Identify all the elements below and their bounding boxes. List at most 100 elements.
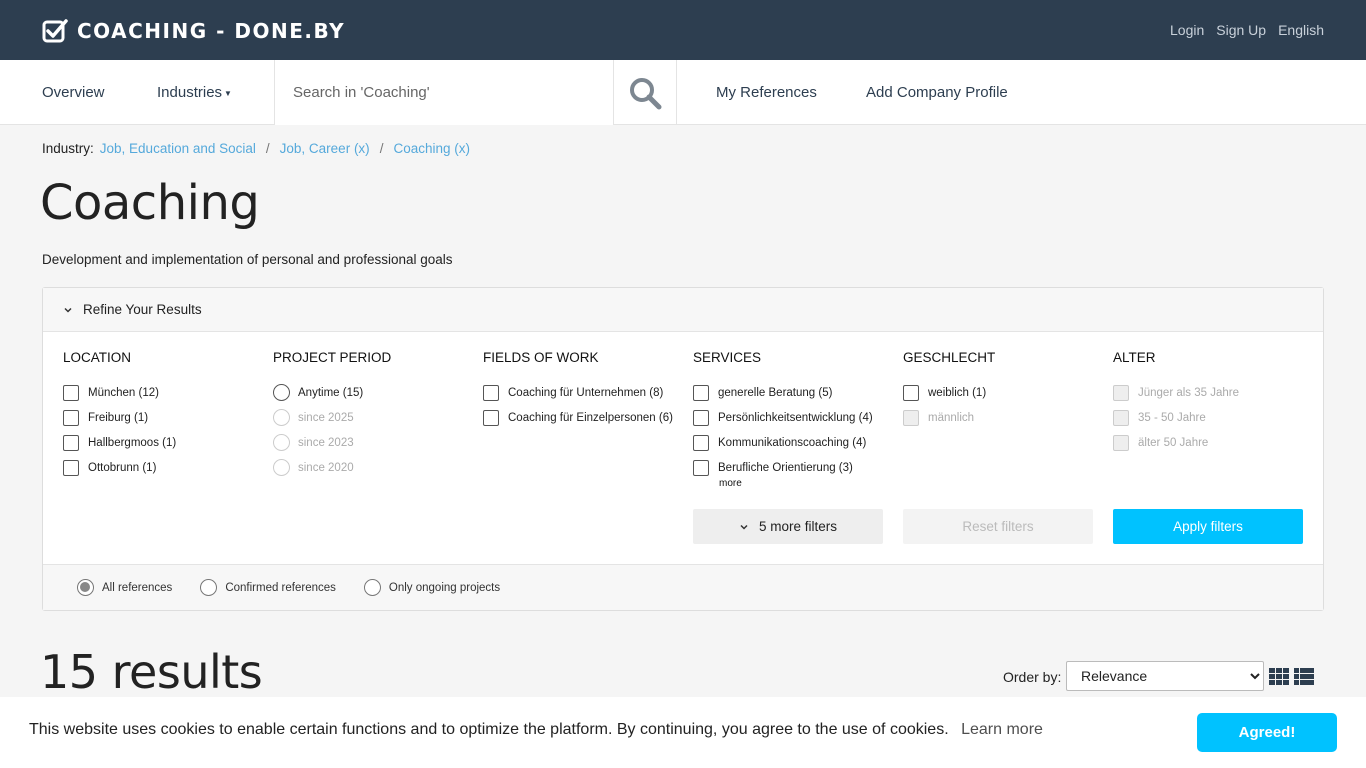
all-references-option[interactable]: All references [77,579,172,596]
option-label: Ottobrunn (1) [88,461,157,474]
nav-my-references[interactable]: My References [716,84,817,101]
nav-add-company-profile[interactable]: Add Company Profile [866,84,1008,101]
refine-title: Refine Your Results [83,302,202,317]
login-link[interactable]: Login [1170,22,1204,38]
checkbox[interactable] [693,384,709,401]
radio-button[interactable] [77,579,94,596]
results-count: 15 results [40,645,263,699]
apply-filters-button[interactable]: Apply filters [1113,509,1303,544]
grid-view-icon[interactable] [1269,668,1289,685]
filter-option[interactable]: Freiburg (1) [63,405,263,430]
filter-option[interactable]: Coaching für Einzelpersonen (6) [483,405,683,430]
option-label: Coaching für Unternehmen (8) [508,386,664,399]
radio-button[interactable] [273,384,290,401]
option-label: since 2020 [298,461,354,474]
filter-option: since 2020 [273,455,473,480]
more-filters-button[interactable]: 5 more filters [693,509,883,544]
cookie-banner: This website uses cookies to enable cert… [0,697,1366,768]
breadcrumb-label: Industry: [42,141,94,156]
option-label: Jünger als 35 Jahre [1138,386,1240,399]
checkbox [1113,409,1129,426]
main-nav: Overview Industries▼ My References Add C… [0,60,1366,125]
checkbox-logo-icon [42,19,68,43]
option-label: weiblich (1) [928,386,987,399]
checkbox[interactable] [483,384,499,401]
reference-type-options: All references Confirmed references Only… [43,564,1323,610]
filter-option[interactable]: Persönlichkeitsentwicklung (4) [693,405,893,430]
search-input[interactable] [275,60,613,125]
cookie-message: This website uses cookies to enable cert… [29,721,1043,739]
filter-heading: GESCHLECHT [903,350,996,365]
breadcrumb-separator: / [379,141,384,156]
order-by-label: Order by: [1003,669,1062,685]
checkbox[interactable] [63,459,79,476]
radio-button [273,409,290,426]
option-label: männlich [928,411,975,424]
list-view-icon[interactable] [1294,668,1314,685]
checkbox [903,409,919,426]
caret-down-icon: ▼ [224,88,232,98]
checkbox[interactable] [693,409,709,426]
filter-option[interactable]: Anytime (15) [273,380,473,405]
nav-industries[interactable]: Industries ▼ [157,84,232,101]
option-label: Freiburg (1) [88,411,149,424]
checkbox [1113,434,1129,451]
checkbox[interactable] [63,409,79,426]
nav-overview[interactable]: Overview [42,84,105,101]
filter-option[interactable]: generelle Beratung (5) [693,380,893,405]
checkbox[interactable] [483,409,499,426]
filter-option[interactable]: München (12) [63,380,263,405]
search-icon [630,77,662,109]
option-label: All references [102,581,173,594]
breadcrumb-item[interactable]: Coaching (x) [393,141,470,156]
chevron-down-icon [740,524,748,530]
option-label: Anytime (15) [298,386,364,399]
filter-option[interactable]: Hallbergmoos (1) [63,430,263,455]
filter-fields-of-work: FIELDS OF WORK Coaching für Unternehmen … [483,350,683,430]
language-link[interactable]: English [1278,22,1324,38]
checkbox[interactable] [63,434,79,451]
filter-option: since 2023 [273,430,473,455]
filter-heading: SERVICES [693,350,762,365]
learn-more-link[interactable]: Learn more [961,721,1043,738]
checkbox[interactable] [63,384,79,401]
reset-filters-button[interactable]: Reset filters [903,509,1093,544]
refine-panel: Refine Your Results LOCATION München (12… [42,287,1324,611]
radio-button[interactable] [200,579,218,596]
filter-geschlecht: GESCHLECHT weiblich (1) männlich [903,350,1103,430]
checkbox [1113,384,1129,401]
top-bar: COACHING - DONE.BY Login Sign Up English [0,0,1366,60]
checkbox[interactable] [903,384,919,401]
filter-option: Jünger als 35 Jahre [1113,380,1313,405]
filter-heading: LOCATION [63,350,132,365]
breadcrumb-item[interactable]: Job, Career (x) [280,141,370,156]
accept-cookies-button[interactable]: Agreed! [1197,713,1337,752]
search-button[interactable] [614,60,677,125]
checkbox[interactable] [693,459,709,476]
filter-option[interactable]: weiblich (1) [903,380,1103,405]
breadcrumb-item[interactable]: Job, Education and Social [100,141,256,156]
search-box [274,60,614,125]
option-label: Only ongoing projects [388,581,501,594]
filter-option[interactable]: Berufliche Orientierung (3) [693,455,893,480]
breadcrumb-separator: / [265,141,270,156]
services-more-link[interactable]: more [719,478,893,489]
chevron-down-icon [64,307,72,313]
account-links: Login Sign Up English [1170,22,1324,38]
filter-option[interactable]: Kommunikationscoaching (4) [693,430,893,455]
filter-option[interactable]: Ottobrunn (1) [63,455,263,480]
signup-link[interactable]: Sign Up [1216,22,1266,38]
checkbox[interactable] [693,434,709,451]
logo-text: COACHING - DONE.BY [77,19,346,43]
logo[interactable]: COACHING - DONE.BY [42,18,345,44]
confirmed-references-option[interactable]: Confirmed references [200,579,336,596]
option-label: Persönlichkeitsentwicklung (4) [718,411,873,424]
filter-option[interactable]: Coaching für Unternehmen (8) [483,380,683,405]
option-label: Kommunikationscoaching (4) [718,436,867,449]
radio-button[interactable] [363,579,381,596]
order-by-select[interactable]: Relevance [1066,661,1264,691]
option-label: generelle Beratung (5) [718,386,833,399]
ongoing-projects-option[interactable]: Only ongoing projects [363,579,501,596]
refine-toggle[interactable]: Refine Your Results [43,288,1323,332]
radio-button [273,459,290,476]
